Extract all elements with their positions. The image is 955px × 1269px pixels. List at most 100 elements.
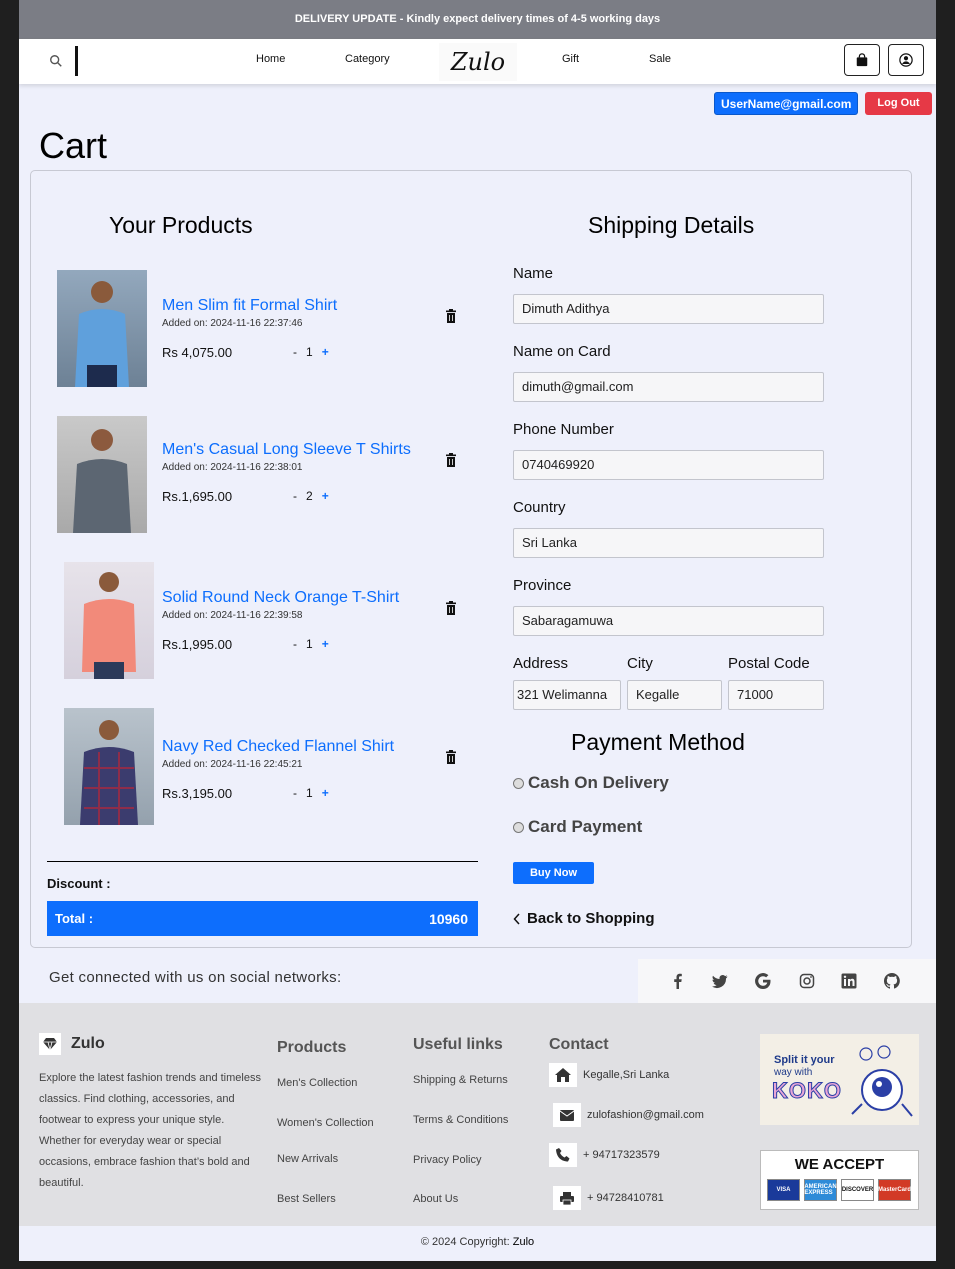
province-label: Province [513, 577, 572, 594]
increase-button[interactable]: + [322, 345, 329, 359]
card-name-field[interactable]: dimuth@gmail.com [513, 372, 824, 402]
contact-address-text: Kegalle,Sri Lanka [583, 1069, 670, 1081]
contact-phone-text: + 94717323579 [583, 1149, 660, 1161]
github-icon[interactable] [884, 973, 900, 989]
instagram-icon[interactable] [799, 973, 815, 989]
profile-button[interactable] [888, 44, 924, 76]
contact-phone: + 94717323579 [549, 1143, 660, 1167]
cart-button[interactable] [844, 44, 880, 76]
increase-button[interactable]: + [322, 489, 329, 503]
footer-contact-heading: Contact [549, 1036, 609, 1053]
footer-link[interactable]: New Arrivals [277, 1153, 338, 1165]
product-image[interactable] [57, 416, 147, 533]
decrease-button[interactable]: - [293, 345, 297, 359]
back-to-shopping-label[interactable]: Back to Shopping [527, 910, 655, 927]
chevron-left-icon [513, 912, 520, 925]
footer-link[interactable]: Women's Collection [277, 1117, 374, 1129]
footer-link[interactable]: Shipping & Returns [413, 1074, 508, 1086]
footer-useful-heading: Useful links [413, 1036, 503, 1053]
quantity-value: 1 [306, 345, 313, 359]
product-date: Added on: 2024-11-16 22:45:21 [162, 759, 303, 770]
footer-link[interactable]: Men's Collection [277, 1077, 357, 1089]
product-name[interactable]: Solid Round Neck Orange T-Shirt [162, 589, 399, 607]
product-name[interactable]: Men Slim fit Formal Shirt [162, 297, 337, 315]
footer-link[interactable]: Privacy Policy [413, 1154, 481, 1166]
city-label: City [627, 655, 653, 672]
user-email-badge[interactable]: UserName@gmail.com [714, 92, 859, 115]
quantity-stepper: - 1 + [293, 637, 329, 651]
footer-brand-name: Zulo [71, 1035, 105, 1052]
social-icons [638, 959, 936, 1003]
trash-icon[interactable] [445, 453, 457, 467]
nav-sale[interactable]: Sale [649, 53, 671, 65]
card-option[interactable]: Card Payment [513, 817, 642, 837]
products-heading: Your Products [109, 212, 253, 238]
brand-logo[interactable]: Zulo [439, 43, 517, 81]
trash-icon[interactable] [445, 750, 457, 764]
name-field[interactable]: Dimuth Adithya [513, 294, 824, 324]
nav-gift[interactable]: Gift [562, 53, 579, 65]
visa-card: VISA [767, 1179, 800, 1201]
copyright-brand[interactable]: Zulo [513, 1236, 534, 1248]
contact-email-text[interactable]: zulofashion@gmail.com [587, 1109, 704, 1121]
nav-home[interactable]: Home [256, 53, 285, 65]
card-radio[interactable] [513, 821, 524, 833]
footer-link[interactable]: Terms & Conditions [413, 1114, 508, 1126]
quantity-value: 1 [306, 786, 313, 800]
footer-brand: Zulo [39, 1033, 105, 1055]
decrease-button[interactable]: - [293, 786, 297, 800]
nav-category[interactable]: Category [345, 53, 390, 65]
product-image[interactable] [64, 708, 154, 825]
printer-icon [553, 1186, 581, 1210]
koko-banner[interactable]: Split it your way with KOKO [760, 1034, 919, 1125]
twitter-icon[interactable] [712, 973, 728, 989]
shopping-bag-icon [856, 53, 868, 67]
decrease-button[interactable]: - [293, 637, 297, 651]
discount-label: Discount : [47, 876, 111, 891]
product-image[interactable] [57, 270, 147, 387]
cod-label[interactable]: Cash On Delivery [528, 773, 669, 793]
city-field[interactable]: Kegalle [627, 680, 722, 710]
trash-icon[interactable] [445, 309, 457, 323]
buy-now-button[interactable]: Buy Now [513, 862, 594, 884]
linkedin-icon[interactable] [841, 973, 857, 989]
footer-description: Explore the latest fashion trends and ti… [39, 1072, 261, 1189]
we-accept-text: WE ACCEPT [794, 1156, 885, 1173]
footer: Zulo Explore the latest fashion trends a… [19, 1003, 936, 1226]
phone-field[interactable]: 0740469920 [513, 450, 824, 480]
amex-card: AMERICAN EXPRESS [804, 1179, 837, 1201]
decrease-button[interactable]: - [293, 489, 297, 503]
total-value: 10960 [429, 910, 468, 927]
increase-button[interactable]: + [322, 637, 329, 651]
card-payment-label[interactable]: Card Payment [528, 817, 642, 837]
logout-button[interactable]: Log Out [865, 92, 932, 115]
footer-link[interactable]: Best Sellers [277, 1193, 336, 1205]
mastercard-card: MasterCard [878, 1179, 911, 1201]
cod-option[interactable]: Cash On Delivery [513, 773, 669, 793]
accepted-cards-banner: WE ACCEPT VISA AMERICAN EXPRESS DISCOVER… [760, 1150, 919, 1210]
facebook-icon[interactable] [670, 973, 686, 989]
announcement-bar: DELIVERY UPDATE - Kindly expect delivery… [19, 0, 936, 39]
trash-icon[interactable] [445, 601, 457, 615]
product-name[interactable]: Men's Casual Long Sleeve T Shirts [162, 441, 411, 459]
product-date: Added on: 2024-11-16 22:38:01 [162, 462, 303, 473]
quantity-stepper: - 1 + [293, 786, 329, 800]
postal-code-field[interactable]: 71000 [728, 680, 824, 710]
search-icon[interactable] [49, 54, 63, 68]
google-icon[interactable] [755, 973, 771, 989]
contact-fax: + 94728410781 [553, 1186, 664, 1210]
country-field[interactable]: Sri Lanka [513, 528, 824, 558]
product-image[interactable] [64, 562, 154, 679]
increase-button[interactable]: + [322, 786, 329, 800]
province-field[interactable]: Sabaragamuwa [513, 606, 824, 636]
search-input[interactable] [75, 46, 89, 76]
back-to-shopping-link[interactable]: Back to Shopping [513, 910, 655, 927]
cod-radio[interactable] [513, 777, 524, 789]
search-box[interactable] [39, 44, 109, 78]
social-text: Get connected with us on social networks… [49, 969, 342, 986]
product-name[interactable]: Navy Red Checked Flannel Shirt [162, 738, 394, 756]
footer-link[interactable]: About Us [413, 1193, 458, 1205]
address-field[interactable]: 321 Welimanna [513, 680, 621, 710]
user-icon [899, 53, 913, 67]
contact-fax-text: + 94728410781 [587, 1192, 664, 1204]
